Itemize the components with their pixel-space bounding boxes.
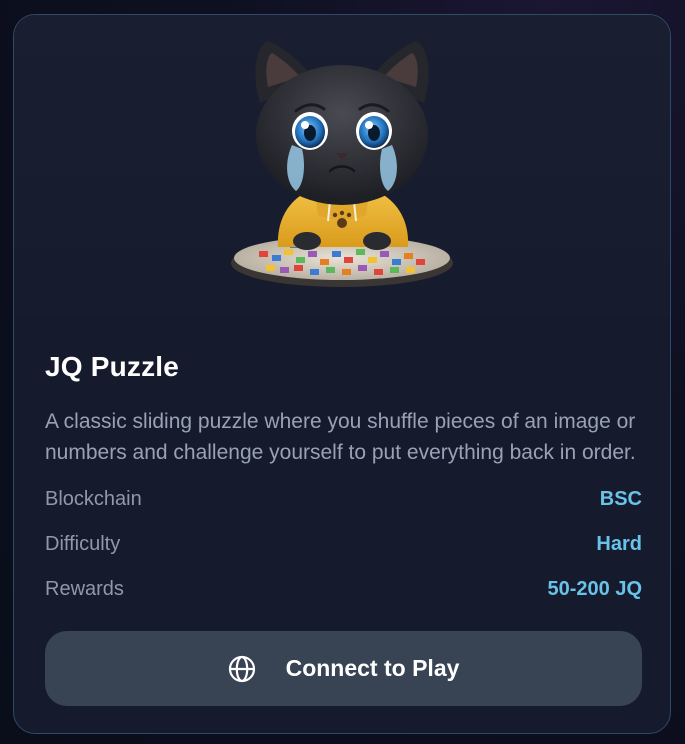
- game-hero-image: [14, 15, 670, 317]
- kitten-puzzle-illustration: [231, 41, 453, 287]
- connect-to-play-button[interactable]: Connect to Play: [45, 631, 642, 706]
- detail-row-rewards: Rewards 50-200 JQ: [45, 578, 642, 601]
- connect-to-play-label: Connect to Play: [285, 655, 460, 681]
- detail-label: Blockchain: [45, 488, 142, 510]
- detail-value: BSC: [599, 488, 642, 510]
- detail-row-difficulty: Difficulty Hard: [45, 533, 642, 556]
- detail-label: Rewards: [45, 578, 124, 600]
- detail-label: Difficulty: [45, 533, 121, 555]
- globe-icon: [228, 655, 256, 683]
- detail-row-blockchain: Blockchain BSC: [45, 488, 642, 511]
- game-title: JQ Puzzle: [45, 351, 180, 382]
- game-description: A classic sliding puzzle where you shuff…: [45, 410, 636, 464]
- game-card: JQ Puzzle A classic sliding puzzle where…: [13, 14, 671, 734]
- detail-value: 50-200 JQ: [547, 578, 642, 600]
- detail-value: Hard: [596, 533, 642, 555]
